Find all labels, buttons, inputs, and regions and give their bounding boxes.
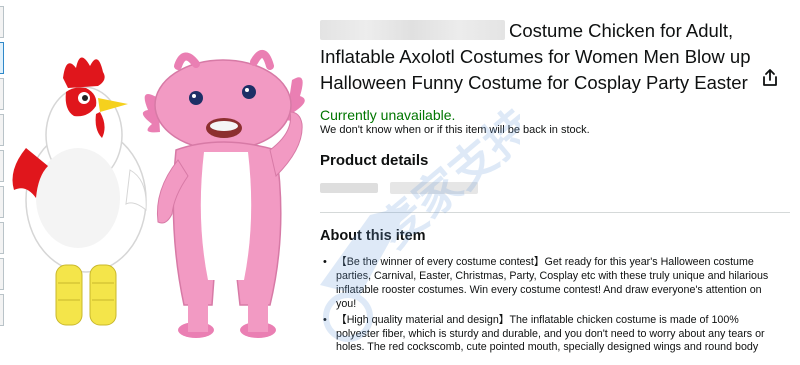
section-divider [320, 212, 790, 213]
thumbnail[interactable] [0, 114, 4, 146]
thumbnail[interactable] [0, 78, 4, 110]
thumbnail[interactable] [0, 258, 4, 290]
rooster-figure [12, 57, 147, 326]
thumbnail[interactable] [0, 6, 4, 38]
bullet-text: 【Be the winner of every costume contest】… [336, 256, 769, 310]
bullet-text: 【High quality material and design】The in… [336, 313, 765, 354]
bullet-icon: • [323, 256, 327, 268]
product-details-heading: Product details [320, 152, 429, 169]
redacted-detail-label [320, 183, 378, 193]
availability-status: Currently unavailable. [320, 107, 456, 123]
about-bullets: • 【Be the winner of every costume contest… [320, 256, 780, 357]
share-icon[interactable] [760, 68, 780, 88]
list-item: • 【High quality material and design】The i… [320, 314, 780, 356]
redacted-detail-value [390, 182, 478, 194]
thumbnail[interactable] [0, 186, 4, 218]
list-item: • 【Be the winner of every costume contest… [320, 256, 780, 312]
product-main-image[interactable] [8, 0, 306, 355]
costume-illustration [12, 50, 305, 338]
thumbnail-strip [0, 0, 8, 355]
about-heading: About this item [320, 228, 426, 244]
redacted-brand [320, 20, 505, 40]
bullet-icon: • [323, 313, 327, 326]
stock-note: We don't know when or if this item will … [320, 124, 590, 136]
thumbnail[interactable] [0, 294, 4, 326]
thumbnail[interactable] [0, 222, 4, 254]
axolotl-figure [142, 50, 305, 338]
product-title: Costume Chicken for Adult, Inflatable Ax… [320, 18, 760, 96]
product-info-panel: Costume Chicken for Adult, Inflatable Ax… [320, 0, 790, 355]
thumbnail-selected[interactable] [0, 42, 4, 74]
thumbnail[interactable] [0, 150, 4, 182]
